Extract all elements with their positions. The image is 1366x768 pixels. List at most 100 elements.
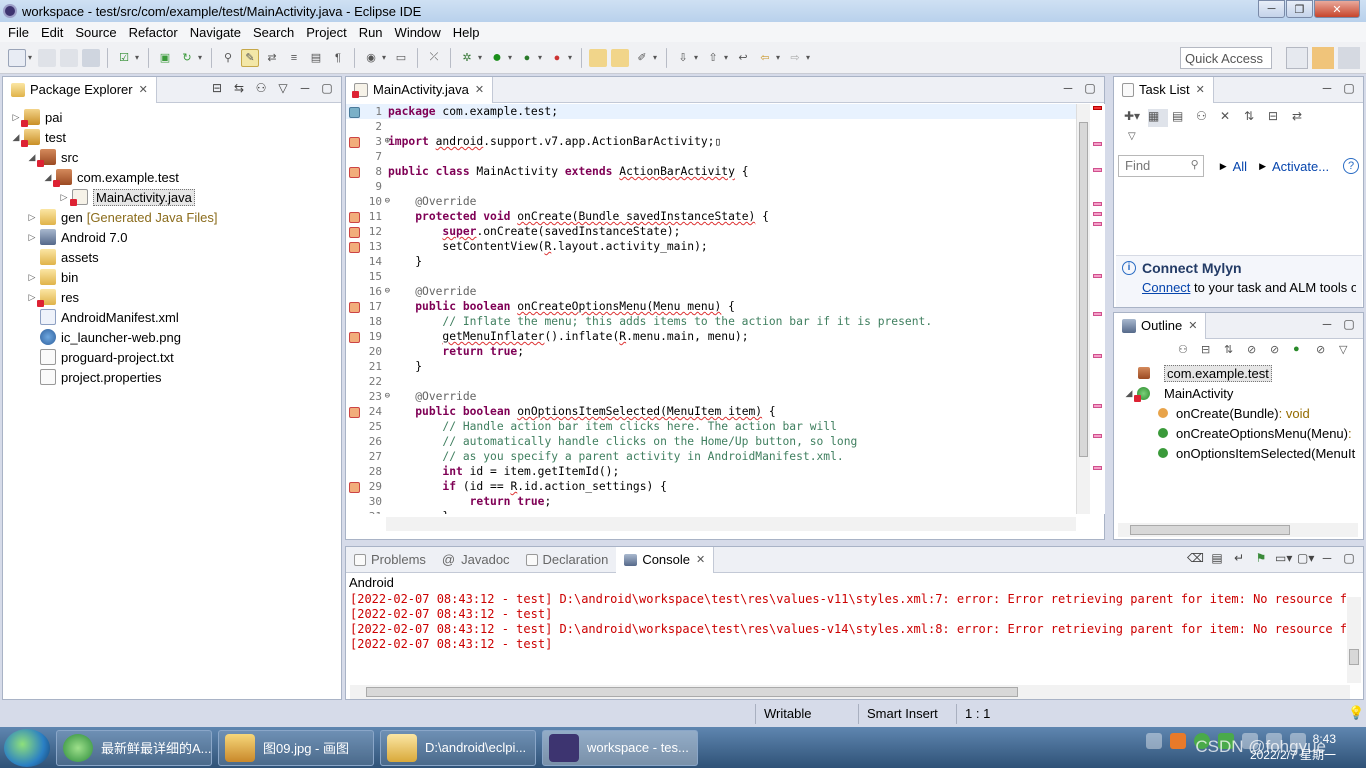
tree-item[interactable]: ▷ bin: [3, 267, 341, 287]
hide-completed-icon[interactable]: ✕: [1220, 109, 1240, 127]
block-icon[interactable]: ▤: [307, 49, 325, 67]
next-annotation-icon[interactable]: ⇩: [674, 49, 692, 67]
minimize-view-icon[interactable]: ─: [1319, 551, 1335, 567]
focus-icon[interactable]: ⚇: [1178, 343, 1194, 359]
expand-twisty-icon[interactable]: ◢: [43, 172, 53, 183]
tree-item[interactable]: proguard-project.txt: [3, 347, 341, 367]
expand-twisty-icon[interactable]: ▷: [27, 232, 37, 243]
taskbar-item-paint[interactable]: 图09.jpg - 画图: [218, 729, 374, 766]
maximize-view-icon[interactable]: ▢: [1341, 551, 1357, 567]
code-line[interactable]: 16 ⊖ @Override: [346, 284, 1076, 299]
previous-annotation-icon[interactable]: ⇧: [704, 49, 722, 67]
code-line[interactable]: 18 // Inflate the menu; this adds items …: [346, 314, 1076, 329]
tree-item[interactable]: ▷ res: [3, 287, 341, 307]
tab-declaration[interactable]: Declaration: [518, 547, 617, 573]
expand-twisty-icon[interactable]: ▷: [11, 112, 21, 123]
hide-fields-icon[interactable]: ⊘: [1247, 343, 1263, 359]
console-vertical-scrollbar[interactable]: [1347, 597, 1361, 683]
help-icon[interactable]: ?: [1343, 158, 1359, 174]
error-marker[interactable]: [1093, 168, 1102, 172]
code-line[interactable]: 10 ⊖ @Override: [346, 194, 1076, 209]
task-find-input[interactable]: Find ⚲: [1118, 155, 1204, 177]
tree-item[interactable]: ic_launcher-web.png: [3, 327, 341, 347]
tree-item[interactable]: ▷ MainActivity.java: [3, 187, 341, 207]
categorized-icon[interactable]: ▦: [1148, 109, 1168, 127]
minimize-view-icon[interactable]: ─: [1319, 81, 1335, 97]
system-clock[interactable]: 8:43 2022/2/7 星期一: [1250, 731, 1336, 763]
hide-local-types-icon[interactable]: ⊘: [1316, 343, 1332, 359]
code-line[interactable]: 2: [346, 119, 1076, 134]
new-task-icon[interactable]: ✚▾: [1124, 109, 1144, 127]
lightbulb-icon[interactable]: 💡: [1348, 705, 1364, 721]
outline-horizontal-scrollbar[interactable]: [1118, 523, 1358, 537]
refresh-dropdown-icon[interactable]: ▾: [196, 49, 204, 67]
maximize-view-icon[interactable]: ▢: [1341, 317, 1357, 333]
debug-icon[interactable]: ✲: [458, 49, 476, 67]
collapse-all-icon[interactable]: ⊟: [209, 81, 225, 97]
forward-dropdown-icon[interactable]: ▾: [804, 49, 812, 67]
minimize-view-icon[interactable]: ─: [297, 81, 313, 97]
tab-outline[interactable]: Outline ✕: [1114, 312, 1207, 339]
error-marker[interactable]: [1093, 466, 1102, 470]
error-marker[interactable]: [1093, 434, 1102, 438]
console-hscroll-thumb[interactable]: [366, 687, 1018, 697]
menu-navigate[interactable]: Navigate: [184, 25, 247, 40]
error-marker[interactable]: [1093, 274, 1102, 278]
back-icon[interactable]: ⇦: [756, 49, 774, 67]
minimize-view-icon[interactable]: ─: [1060, 81, 1076, 97]
code-line[interactable]: 8 public class MainActivity extends Actio…: [346, 164, 1076, 179]
error-marker-icon[interactable]: [349, 482, 360, 493]
start-button[interactable]: [4, 728, 50, 767]
skip-breakpoints-icon[interactable]: ◉: [362, 49, 380, 67]
app-tray-icon[interactable]: [1170, 733, 1186, 749]
error-marker[interactable]: [1093, 222, 1102, 226]
collapse-all-icon[interactable]: ⊟: [1268, 109, 1288, 127]
close-tab-icon[interactable]: ✕: [1188, 319, 1197, 332]
collapse-fold-icon[interactable]: ⊖: [385, 286, 390, 296]
menu-file[interactable]: File: [2, 25, 35, 40]
quick-access-input[interactable]: Quick Access: [1180, 47, 1272, 69]
maximize-view-icon[interactable]: ▢: [319, 81, 335, 97]
expand-twisty-icon[interactable]: ◢: [11, 132, 21, 143]
close-tab-icon[interactable]: ✕: [475, 83, 484, 96]
error-marker[interactable]: [1093, 404, 1102, 408]
code-line[interactable]: 31 }: [346, 509, 1076, 514]
code-line[interactable]: 14 }: [346, 254, 1076, 269]
terminal-icon[interactable]: ▭: [392, 49, 410, 67]
error-marker[interactable]: [1093, 202, 1102, 206]
java-ee-perspective-icon[interactable]: [1312, 47, 1334, 69]
code-line[interactable]: 28 int id = item.getItemId();: [346, 464, 1076, 479]
java-perspective-icon[interactable]: [1338, 47, 1360, 69]
code-line[interactable]: 17 public boolean onCreateOptionsMenu(Me…: [346, 299, 1076, 314]
code-line[interactable]: 23 ⊖ @Override: [346, 389, 1076, 404]
code-line[interactable]: 24 public boolean onOptionsItemSelected(…: [346, 404, 1076, 419]
code-line[interactable]: 9: [346, 179, 1076, 194]
external-tools-icon[interactable]: ●: [548, 49, 566, 67]
toggle-mark-icon[interactable]: ⚲: [219, 49, 237, 67]
code-line[interactable]: 15: [346, 269, 1076, 284]
next-annotation-dropdown-icon[interactable]: ▾: [692, 49, 700, 67]
sort-icon[interactable]: ⇅: [1224, 343, 1240, 359]
error-marker-icon[interactable]: [349, 212, 360, 223]
paragraph-icon[interactable]: ¶: [329, 49, 347, 67]
tree-item[interactable]: ▷ pai: [3, 107, 341, 127]
refresh-icon[interactable]: ↻: [178, 49, 196, 67]
new-dropdown-icon[interactable]: ▾: [26, 49, 34, 67]
code-line[interactable]: 25 // Handle action bar item clicks here…: [346, 419, 1076, 434]
code-line[interactable]: 7: [346, 149, 1076, 164]
tree-item[interactable]: AndroidManifest.xml: [3, 307, 341, 327]
tab-console[interactable]: Console ✕: [616, 546, 715, 573]
pin-console-icon[interactable]: ⚑: [1253, 551, 1269, 567]
display-console-icon[interactable]: ▭▾: [1275, 551, 1292, 567]
code-line[interactable]: 26 // automatically handle clicks on the…: [346, 434, 1076, 449]
sync-changed-icon[interactable]: ⇄: [1292, 109, 1312, 127]
tree-item[interactable]: ▷ gen [Generated Java Files]: [3, 207, 341, 227]
console-output[interactable]: [2022-02-07 08:43:12 - test] D:\android\…: [346, 592, 1346, 652]
code-line[interactable]: 12 super.onCreate(savedInstanceState);: [346, 224, 1076, 239]
highlight-icon[interactable]: ✎: [241, 48, 259, 67]
hide-static-icon[interactable]: ⊘: [1270, 343, 1286, 359]
view-menu-icon[interactable]: ▽: [275, 81, 291, 97]
outline-method[interactable]: onCreate(Bundle) : void: [1114, 403, 1363, 423]
clear-console-icon[interactable]: ⌫: [1187, 551, 1204, 567]
close-tab-icon[interactable]: ✕: [696, 553, 705, 566]
